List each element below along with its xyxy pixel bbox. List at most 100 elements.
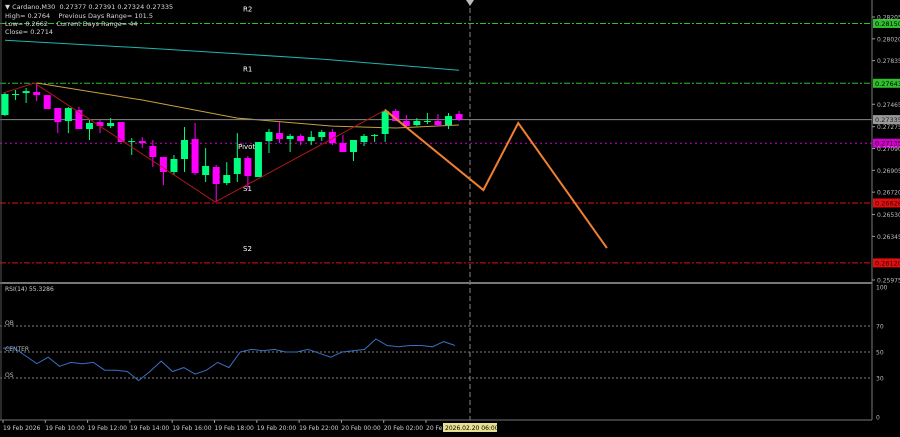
candle-body (360, 135, 368, 143)
price-axis-label: 0.27835 (877, 58, 900, 65)
candle-body (276, 133, 284, 140)
candle-body (128, 141, 136, 143)
time-axis-label: 19 Feb 16:00 (172, 425, 212, 432)
candle (191, 123, 199, 176)
rsi-label: RSI(14) 55.3286 (5, 286, 54, 293)
price-axis-label: 0.28020 (877, 36, 900, 43)
candle (233, 133, 241, 182)
candle-body (33, 92, 41, 96)
rsi-level-label: OS (5, 372, 14, 379)
axes: 0.281500.276430.271350.266280.261200.273… (0, 0, 900, 432)
candle-body (455, 114, 463, 120)
price-axis-label: 0.25975 (877, 278, 900, 285)
level-label-pivot: Pivot (238, 143, 255, 151)
candle-body (75, 110, 83, 130)
current-price-tag-text: 0.27335 (875, 116, 900, 124)
price-panel[interactable]: R2R1PivotS1S2 (0, 0, 872, 420)
candle-body (307, 137, 315, 142)
candle (212, 165, 220, 203)
time-axis-label: 20 Feb 00:00 (341, 425, 381, 432)
candle (371, 133, 379, 143)
candle (64, 106, 72, 134)
price-axis-label: 0.26905 (877, 168, 900, 175)
price-axis-label: 0.28205 (877, 15, 900, 22)
candle-body (85, 123, 93, 130)
rsi-axis-label: 30 (876, 376, 884, 383)
candle-body (265, 131, 273, 142)
time-cursor-tag-text: 2026.02.20 06:00 (445, 425, 499, 432)
candle-body (223, 175, 231, 184)
candle-body (381, 110, 389, 134)
candle (381, 108, 389, 143)
time-axis-label: 20 Feb 02:00 (384, 425, 424, 432)
time-axis-label: 19 Feb 14:00 (130, 425, 170, 432)
candle-body (64, 108, 72, 122)
candle (445, 113, 453, 130)
price-axis-label: 0.27275 (877, 124, 900, 131)
candle (12, 90, 20, 101)
candle-body (413, 121, 421, 126)
candle-body (349, 140, 357, 153)
rsi-level-label: OB (5, 320, 14, 327)
candle-body (297, 135, 305, 142)
symbol-ohlc-header: ▼ Cardano,M30 0.27377 0.27391 0.27324 0.… (5, 3, 174, 11)
candle-body (212, 167, 220, 184)
price-axis-label: 0.27465 (877, 102, 900, 109)
candle-body (434, 121, 442, 126)
candle-body (191, 139, 199, 174)
candle (318, 129, 326, 142)
price-axis-label: 0.26530 (877, 212, 900, 219)
time-axis-label: 19 Feb 10:00 (45, 425, 85, 432)
time-axis-label: 19 Feb 2026 (3, 425, 41, 432)
candle (297, 133, 305, 146)
candle (339, 135, 347, 153)
candle (455, 110, 463, 122)
level-price-tag-text: 0.27643 (875, 80, 900, 88)
candle (286, 133, 294, 153)
rsi-axis-label: 0 (876, 415, 880, 422)
candle-body (445, 116, 453, 126)
candle-body (202, 165, 210, 176)
candle (202, 148, 210, 182)
candle (170, 154, 178, 176)
candle-body (22, 91, 30, 94)
candle (276, 122, 284, 144)
candle-body (43, 95, 51, 109)
level-price-tag-text: 0.26628 (875, 199, 900, 207)
time-axis-label: 19 Feb 20:00 (257, 425, 297, 432)
rsi-line (3, 338, 456, 382)
candle (349, 140, 357, 162)
candle-body (12, 94, 20, 96)
candle-body (339, 143, 347, 153)
candle (54, 108, 62, 134)
level-price-tag-text: 0.26120 (875, 259, 900, 267)
candle (22, 87, 30, 103)
candle-body (286, 135, 294, 140)
candle-body (254, 142, 262, 178)
candle (307, 131, 315, 146)
candle (423, 113, 431, 125)
rsi-panel[interactable]: RSI(14) 55.3286OBCENTEROS (0, 286, 872, 382)
candle-body (181, 140, 189, 159)
forecast-projection-line (384, 109, 608, 249)
rsi-axis-label: 50 (876, 350, 884, 357)
candle-body (54, 108, 62, 123)
candle (1, 92, 9, 117)
candle-body (138, 141, 146, 144)
candle-body (244, 158, 252, 176)
rsi-axis-label: 70 (876, 324, 884, 331)
level-label-s2: S2 (243, 245, 252, 253)
price-axis-label: 0.26720 (877, 190, 900, 197)
candle-body (233, 158, 241, 174)
candle (265, 129, 273, 153)
info-high-prev-range: High= 0.2764 Previous Days Range= 101.5 (5, 12, 154, 20)
level-label-r1: R1 (243, 65, 252, 73)
candle-body (170, 158, 178, 172)
candle-body (1, 94, 9, 116)
time-axis-label: 19 Feb 22:00 (299, 425, 339, 432)
trading-chart[interactable]: R2R1PivotS1S2 RSI(14) 55.3286OBCENTEROS … (0, 0, 900, 437)
rsi-axis-label: 100 (876, 285, 888, 292)
time-axis-label: 19 Feb 12:00 (88, 425, 128, 432)
candle (85, 120, 93, 141)
candle (138, 137, 146, 149)
